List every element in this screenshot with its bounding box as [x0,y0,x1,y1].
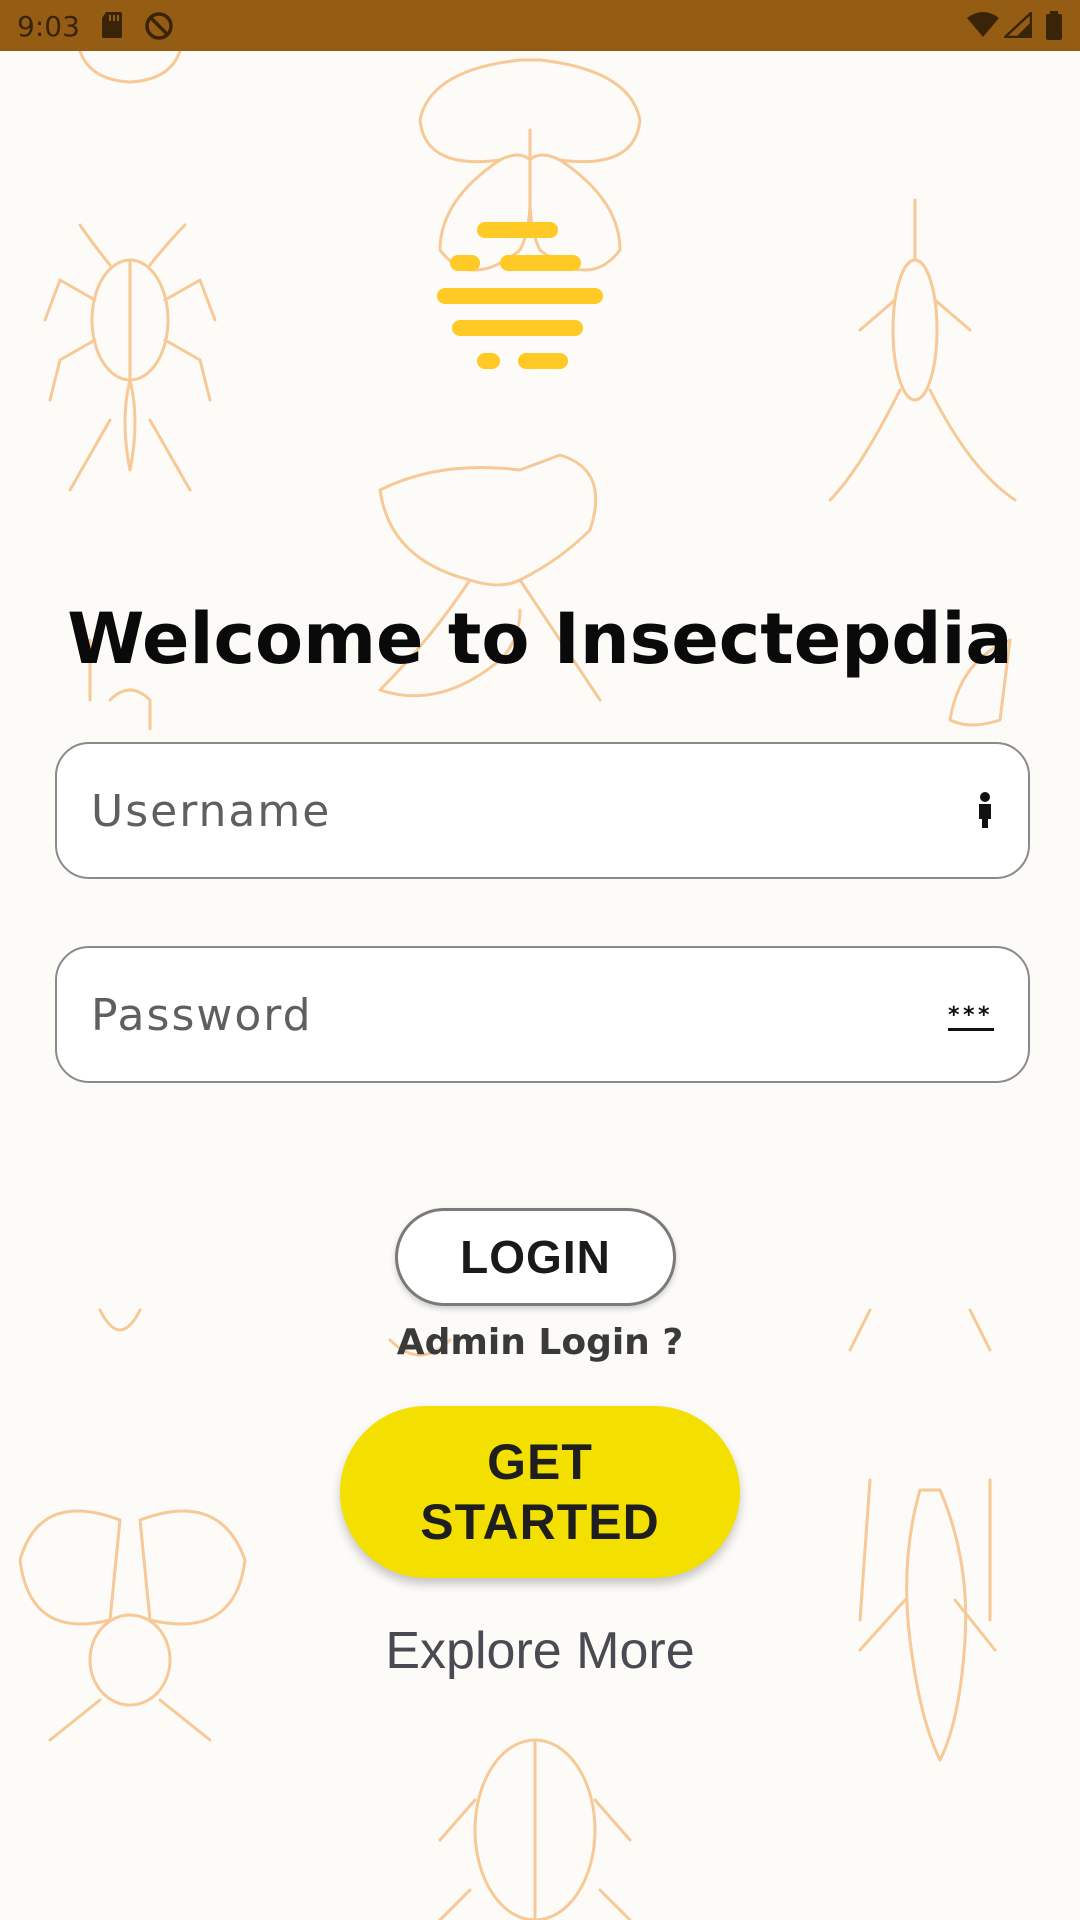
username-input[interactable] [89,744,913,879]
svg-text:*: * [963,1004,975,1028]
svg-text:*: * [948,1004,960,1028]
username-field[interactable] [55,742,1030,879]
status-time: 9:03 [17,10,80,43]
password-input[interactable] [89,948,913,1083]
sd-card-icon [100,10,124,44]
welcome-title: Welcome to Insectepdia [67,598,1013,680]
password-icon: * * * [948,1003,994,1036]
get-started-button[interactable]: GET STARTED [340,1406,740,1578]
app-logo-stripes-icon [437,222,603,369]
battery-icon [1045,11,1063,45]
status-bar: 9:03 [0,0,1080,51]
password-field[interactable]: * * * [55,946,1030,1083]
cellular-signal-icon [1001,10,1033,42]
person-icon [976,792,994,832]
wifi-icon [966,12,1000,42]
svg-text:*: * [978,1004,990,1028]
explore-more-link[interactable]: Explore More [0,1621,1080,1681]
get-started-label: GET STARTED [420,1434,660,1550]
login-button[interactable]: LOGIN [395,1208,676,1306]
admin-login-link[interactable]: Admin Login ? [0,1322,1080,1363]
do-not-disturb-icon [143,10,175,46]
